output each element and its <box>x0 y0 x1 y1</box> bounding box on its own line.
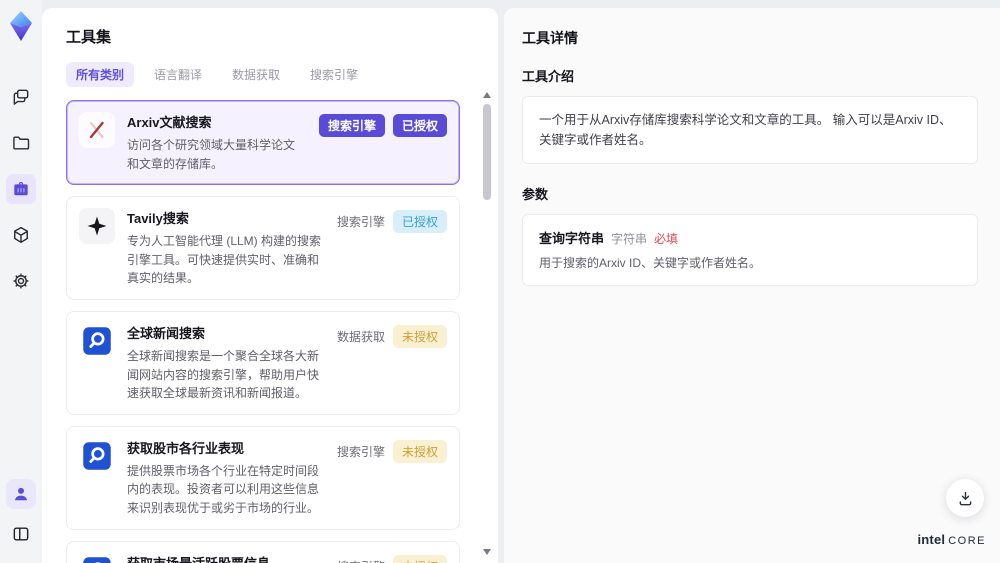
toolbox-icon[interactable] <box>6 174 36 204</box>
detail-title: 工具详情 <box>522 30 578 46</box>
tool-name: 获取股市各行业表现 <box>127 440 245 456</box>
chat-icon[interactable] <box>6 82 36 112</box>
params-heading: 参数 <box>522 187 549 202</box>
tool-list-panel: 工具集 所有类别 语言翻译 数据获取 搜索引擎 Arxiv文献搜索 访问各个研究领域大… <box>42 8 498 563</box>
category-tabs: 所有类别 语言翻译 数据获取 搜索引擎 <box>66 62 476 87</box>
intel-core-logo: intel CORE <box>917 532 986 547</box>
tool-card[interactable]: 全球新闻搜索 全球新闻搜索是一个聚合全球各大新闻网站内容的搜索引擎，帮助用户快速… <box>66 310 460 415</box>
tool-category-label: 搜索引擎 <box>336 215 385 230</box>
tool-name: Tavily搜索 <box>127 211 189 227</box>
intro-heading: 工具介绍 <box>522 69 575 84</box>
tool-status-badge: 未授权 <box>392 324 447 348</box>
download-icon <box>959 491 971 505</box>
tool-status-badge: 已授权 <box>392 114 447 137</box>
tool-category-label: 搜索引擎 <box>318 114 385 137</box>
download-button[interactable] <box>946 479 984 517</box>
app-logo-icon <box>7 10 35 42</box>
parameter-type: 字符串 <box>611 232 648 246</box>
tool-card[interactable]: Tavily搜索 专为人工智能代理 (LLM) 构建的搜索引擎工具。可快速提供实… <box>66 196 460 300</box>
blue-search-icon <box>79 552 115 563</box>
folder-icon[interactable] <box>6 128 36 158</box>
tool-list: Arxiv文献搜索 访问各个研究领域大量科学论文和文章的存储库。 搜索引擎 已授… <box>66 100 476 563</box>
scrollbar-thumb[interactable] <box>483 104 491 200</box>
blue-search-icon <box>79 437 115 474</box>
tool-card[interactable]: Arxiv文献搜索 访问各个研究领域大量科学论文和文章的存储库。 搜索引擎 已授… <box>66 100 460 186</box>
panel-toggle-icon[interactable] <box>6 519 36 549</box>
scrollbar[interactable] <box>482 92 492 555</box>
tool-description: 专为人工智能代理 (LLM) 构建的搜索引擎工具。可快速提供实时、准确和真实的结… <box>127 234 322 286</box>
tool-status-badge: 未授权 <box>392 554 447 563</box>
tool-name: 获取市场最活跃股票信息 <box>127 553 325 563</box>
brand-core-text: CORE <box>948 535 986 547</box>
tool-category-label: 搜索引擎 <box>337 558 385 563</box>
parameter-required-badge: 必填 <box>654 232 679 246</box>
brand-intel-text: intel <box>917 532 946 547</box>
tool-status-badge: 已授权 <box>392 210 447 234</box>
tab-语言翻译[interactable]: 语言翻译 <box>144 62 212 87</box>
tool-description: 全球新闻搜索是一个聚合全球各大新闻网站内容的搜索引擎，帮助用户快速获取全球最新资… <box>127 348 320 401</box>
tool-detail-panel: 工具详情 工具介绍 一个用于从Arxiv存储库搜索科学论文和文章的工具。 输入可… <box>504 8 1000 563</box>
cube-icon[interactable] <box>6 220 36 250</box>
scroll-up-icon[interactable] <box>483 92 491 98</box>
blue-search-icon <box>79 322 115 359</box>
tool-name: 全球新闻搜索 <box>127 325 206 341</box>
parameter-name: 查询字符串 <box>539 231 605 246</box>
settings-gear-icon[interactable] <box>6 266 36 296</box>
arxiv-logo-icon <box>79 112 115 148</box>
tab-所有类别[interactable]: 所有类别 <box>66 62 135 87</box>
page-title: 工具集 <box>66 29 112 46</box>
scroll-down-icon[interactable] <box>483 549 491 555</box>
tool-status-badge: 未授权 <box>392 439 447 463</box>
left-rail <box>0 0 42 563</box>
parameter-description: 用于搜索的Arxiv ID、关键字或作者姓名。 <box>539 256 762 270</box>
tavily-star-icon <box>79 208 115 245</box>
tool-card[interactable]: 获取市场最活跃股票信息 提供当天交易量最高的股票列表，投资者可以利用这些信息来识… <box>66 540 460 563</box>
tool-intro-text: 一个用于从Arxiv存储库搜索科学论文和文章的工具。 输入可以是Arxiv ID… <box>522 96 978 164</box>
tab-数据获取[interactable]: 数据获取 <box>222 62 290 87</box>
tool-name: Arxiv文献搜索 <box>127 115 212 130</box>
tool-description: 提供股票市场各个行业在特定时间段内的表现。投资者可以利用这些信息来识别表现优于或… <box>127 463 320 515</box>
tool-description: 访问各个研究领域大量科学论文和文章的存储库。 <box>127 138 296 171</box>
user-icon[interactable] <box>6 479 36 509</box>
tool-card[interactable]: 获取股市各行业表现 提供股票市场各个行业在特定时间段内的表现。投资者可以利用这些… <box>66 425 460 530</box>
parameter-item: 查询字符串 字符串 必填 用于搜索的Arxiv ID、关键字或作者姓名。 <box>522 214 978 286</box>
tab-搜索引擎[interactable]: 搜索引擎 <box>300 62 368 87</box>
tool-category-label: 搜索引擎 <box>336 444 385 459</box>
tool-category-label: 数据获取 <box>336 329 385 344</box>
